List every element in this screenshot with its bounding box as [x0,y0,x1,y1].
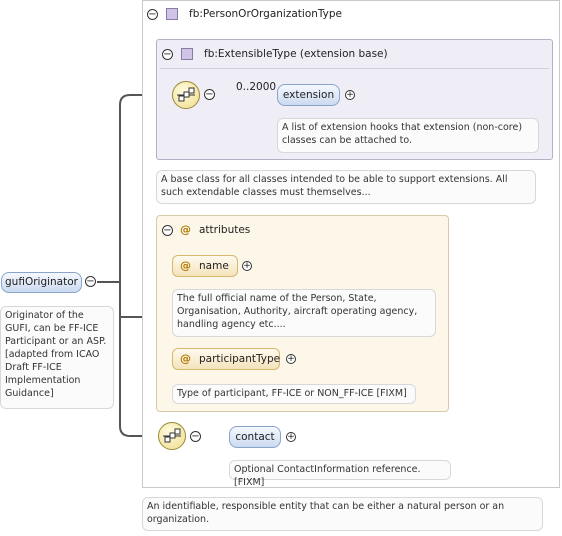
attribute-name-documentation: The full official name of the Person, St… [172,289,436,337]
type-documentation: An identifiable, responsible entity that… [142,497,543,531]
sequence-glyph [177,87,195,102]
type-collapse-icon[interactable]: − [147,9,158,20]
type-title: fb:PersonOrOrganizationType [189,8,343,20]
root-collapse-icon[interactable]: − [85,276,96,287]
root-element-name: gufiOriginator [5,276,78,288]
contact-element-pill[interactable]: contact [229,426,281,448]
extension-base-type-icon [181,48,193,60]
extension-element-name: extension [282,89,335,101]
sequence-collapse-icon[interactable]: − [204,89,215,100]
attributes-collapse-icon[interactable]: − [162,225,173,236]
extension-element-pill[interactable]: extension [277,84,340,106]
sequence-compositor-icon[interactable] [172,81,200,109]
sequence-2-collapse-icon[interactable]: − [190,431,201,442]
extension-documentation: A list of extension hooks that extension… [277,118,539,153]
attribute-name-label: name [199,260,229,272]
root-documentation: Originator of the GUFI, can be FF-ICE Pa… [0,306,114,409]
extension-base-documentation: A base class for all classes intended to… [156,170,536,204]
attribute-participant-type-at-icon: @ [180,352,191,365]
attributes-at-icon: @ [180,223,191,236]
attribute-name-pill[interactable]: @ name [172,255,238,277]
extension-cardinality: 0..2000 [236,81,277,93]
extension-base-divider [160,68,549,69]
root-element-pill[interactable]: gufiOriginator [1,272,82,293]
contact-documentation: Optional ContactInformation reference.[F… [229,460,451,488]
attribute-participant-type-documentation: Type of participant, FF-ICE or NON_FF-IC… [172,384,416,404]
extension-base-title: fb:ExtensibleType (extension base) [204,48,388,60]
attribute-participant-type-label: participantType [199,353,281,365]
contact-element-name: contact [235,431,275,443]
attribute-participant-type-expand-icon[interactable]: + [286,354,296,364]
attribute-participant-type-pill[interactable]: @ participantType [172,348,280,370]
sequence-compositor-icon-2[interactable] [158,422,186,450]
sequence-glyph-2 [163,428,181,443]
complex-type-icon [166,8,178,20]
attribute-name-expand-icon[interactable]: + [242,261,252,271]
extension-base-collapse-icon[interactable]: − [162,49,173,60]
attribute-name-at-icon: @ [180,259,191,272]
extension-expand-icon[interactable]: + [345,90,355,100]
attributes-title: attributes [199,224,251,236]
contact-expand-icon[interactable]: + [286,432,296,442]
